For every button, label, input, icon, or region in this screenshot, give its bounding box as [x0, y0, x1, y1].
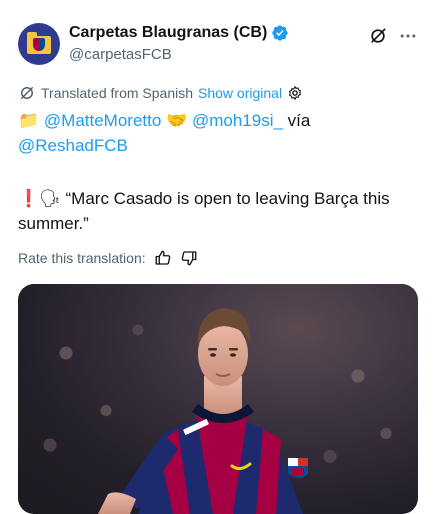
more-icon[interactable]: [398, 26, 418, 46]
quote-line-1: “Marc Casado is open to leaving Barça th…: [65, 189, 390, 208]
folder-emoji: 📁: [18, 111, 40, 130]
thumbs-down-icon[interactable]: [180, 249, 198, 267]
tweet-text: 📁 @MatteMoretto 🤝 @moh19si_ vía @ReshadF…: [18, 108, 428, 236]
avatar-crest-graphic: [33, 38, 45, 51]
exclamation-emoji: ❗: [18, 189, 40, 208]
tweet-line-1: 📁 @MatteMoretto 🤝 @moh19si_ vía: [18, 108, 428, 133]
verified-badge-icon: [272, 25, 288, 41]
mention-reshadfcb[interactable]: @ReshadFCB: [18, 136, 128, 155]
name-row: Carpetas Blaugranas (CB): [69, 24, 289, 42]
tweet-line-2: @ReshadFCB: [18, 133, 428, 158]
avatar[interactable]: [18, 23, 60, 65]
settings-icon[interactable]: [287, 85, 303, 101]
translated-label: Translated from Spanish: [41, 85, 193, 101]
via-text: vía: [287, 111, 311, 130]
quote-line-2: summer.”: [18, 214, 89, 233]
translation-bar: Translated from Spanish Show original: [18, 84, 303, 102]
rate-label: Rate this translation:: [18, 250, 146, 266]
rate-translation: Rate this translation:: [18, 249, 198, 267]
player-illustration: [98, 308, 308, 514]
speaking-head-emoji: 🗣: [39, 189, 61, 208]
show-original-link[interactable]: Show original: [198, 85, 282, 101]
tweet-line-3: ❗🗣 “Marc Casado is open to leaving Barça…: [18, 186, 428, 211]
tweet-header: Carpetas Blaugranas (CB) @carpetasFCB: [18, 22, 422, 66]
mention-mattemoretto[interactable]: @MatteMoretto: [44, 111, 161, 130]
mention-moh19si[interactable]: @moh19si_: [192, 111, 283, 130]
translate-icon: [21, 87, 33, 99]
tweet-line-4: summer.”: [18, 211, 428, 236]
thumbs-up-icon[interactable]: [154, 249, 172, 267]
tweet-photo[interactable]: [18, 284, 418, 514]
grok-icon[interactable]: [368, 26, 388, 46]
display-name[interactable]: Carpetas Blaugranas (CB): [69, 24, 267, 42]
handshake-emoji: 🤝: [166, 111, 188, 130]
handle[interactable]: @carpetasFCB: [69, 46, 172, 63]
